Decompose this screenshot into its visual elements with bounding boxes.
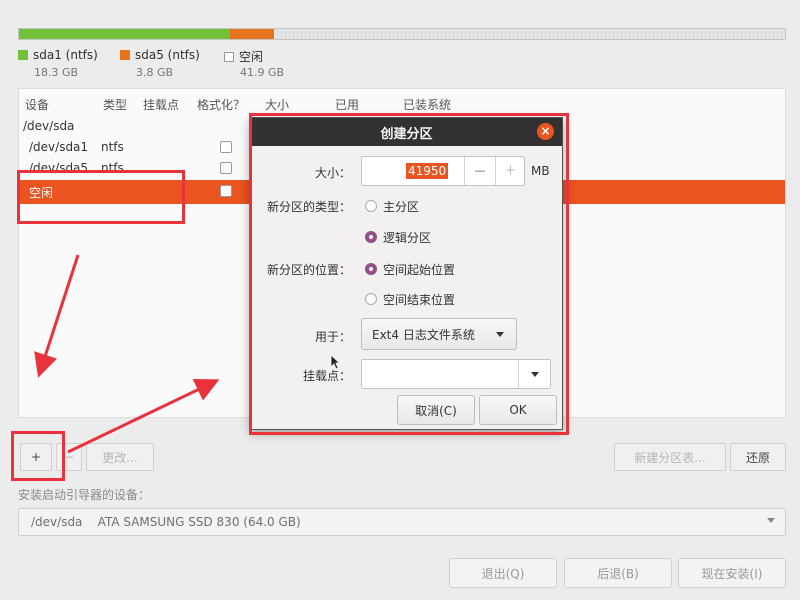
annotation-box-free-row: [17, 170, 185, 224]
legend-swatch: [224, 52, 234, 62]
chevron-down-icon: [767, 518, 775, 523]
boot-device-value: /dev/sda ATA SAMSUNG SSD 830 (64.0 GB): [31, 515, 301, 529]
column-header-size[interactable]: 大小: [265, 96, 289, 113]
row-device: /dev/sda1: [29, 140, 89, 154]
change-partition-button[interactable]: 更改...: [86, 443, 154, 471]
legend-swatch: [18, 50, 28, 60]
revert-button[interactable]: 还原: [730, 443, 786, 471]
partition-bar: [18, 28, 786, 40]
back-button[interactable]: 后退(B): [564, 558, 672, 588]
column-header-type[interactable]: 类型: [103, 96, 127, 113]
legend-label: sda5 (ntfs): [135, 48, 200, 62]
row-type: ntfs: [101, 140, 124, 154]
column-header-used[interactable]: 已用: [335, 96, 359, 113]
legend-item-free: 空闲 41.9 GB: [224, 48, 284, 79]
row-device: /dev/sda: [23, 119, 75, 133]
format-checkbox[interactable]: [220, 185, 232, 197]
legend-size: 18.3 GB: [34, 66, 79, 79]
column-header-mount[interactable]: 挂载点: [143, 96, 179, 113]
legend-label: 空闲: [239, 50, 264, 64]
column-header-device[interactable]: 设备: [25, 96, 49, 113]
format-checkbox[interactable]: [220, 162, 232, 174]
legend-size: 3.8 GB: [136, 66, 174, 79]
column-header-format[interactable]: 格式化？: [197, 96, 245, 113]
legend-item-sda1: sda1 (ntfs) 18.3 GB: [18, 48, 98, 79]
annotation-box-add-button: [11, 431, 65, 481]
partition-segment-sda5: [229, 29, 275, 39]
legend-item-sda5: sda5 (ntfs) 3.8 GB: [120, 48, 200, 79]
install-now-button[interactable]: 现在安装(I): [678, 558, 786, 588]
new-partition-table-button[interactable]: 新建分区表...: [614, 443, 726, 471]
format-checkbox[interactable]: [220, 141, 232, 153]
boot-device-label: 安装启动引导器的设备：: [18, 488, 151, 502]
annotation-box-dialog: [249, 113, 569, 435]
legend-size: 41.9 GB: [240, 66, 285, 79]
partition-segment-sda1: [19, 29, 230, 39]
legend-swatch: [120, 50, 130, 60]
partition-segment-free: [274, 29, 785, 39]
boot-device-select[interactable]: /dev/sda ATA SAMSUNG SSD 830 (64.0 GB): [18, 508, 786, 536]
legend-label: sda1 (ntfs): [33, 48, 98, 62]
quit-button[interactable]: 退出(Q): [449, 558, 557, 588]
column-header-installed-os[interactable]: 已装系统: [403, 96, 451, 113]
